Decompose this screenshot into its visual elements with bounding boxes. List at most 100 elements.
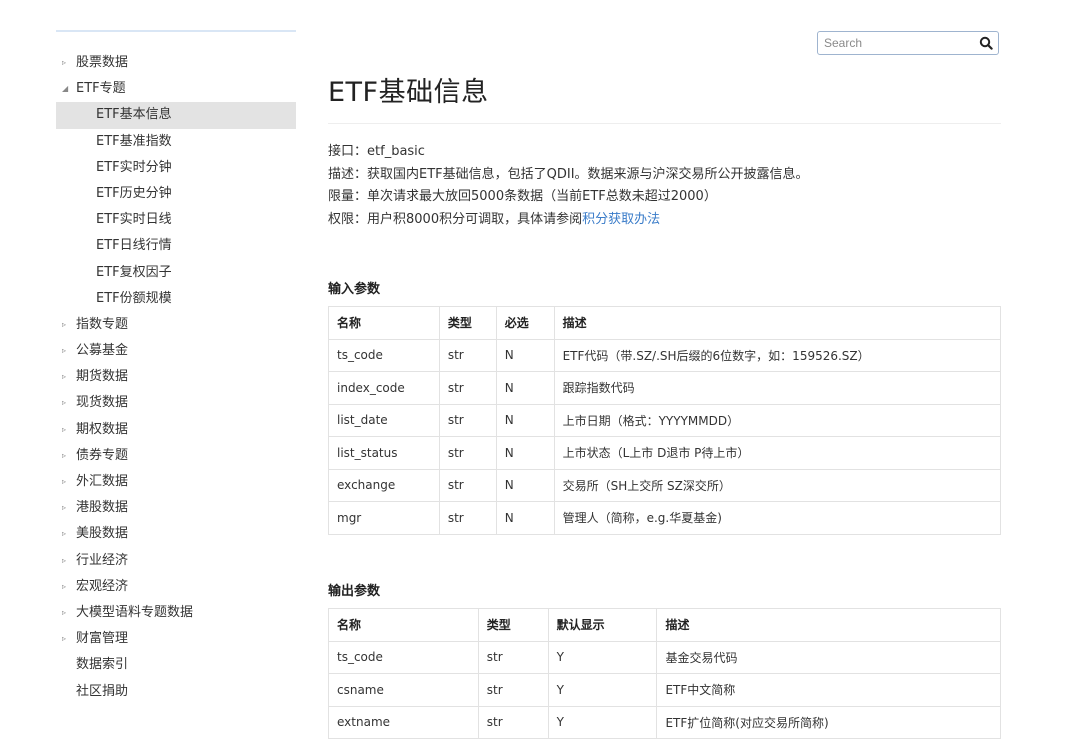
sidebar-item[interactable]: ▹ 期权数据 [56,417,296,443]
column-header: 默认显示 [547,608,658,642]
search-input[interactable] [824,34,974,52]
column-header: 类型 [477,608,549,642]
collapsed-arrow-icon[interactable]: ▹ [62,469,72,495]
sidebar-item-label: ETF基准指数 [96,133,172,149]
limit-value: 单次请求最大放回5000条数据（当前ETF总数未超过2000） [367,189,717,204]
sidebar-item[interactable]: ▹ 港股数据 [56,495,296,521]
sidebar-item[interactable]: ETF份额规模 [56,286,296,312]
sidebar-item[interactable]: ETF基准指数 [56,129,296,155]
collapsed-arrow-icon[interactable]: ▹ [62,626,72,652]
sidebar-item-label: 行业经济 [76,552,129,568]
sidebar-item-label: ETF复权因子 [96,264,172,280]
sidebar-item[interactable]: ◢ ETF专题 [56,76,296,102]
table-cell: str [438,468,497,502]
table-cell: ts_code [328,338,440,372]
table-cell: ETF代码（带.SZ/.SH后缀的6位数字，如：159526.SZ） [553,338,1002,372]
collapsed-arrow-icon[interactable]: ▹ [62,50,72,76]
title-divider [328,123,1001,124]
sidebar-item[interactable]: ▹ 行业经济 [56,548,296,574]
sidebar: ▹ 股票数据 ◢ ETF专题 ETF基本信息 ETF基准指数 ETF实时分钟 ETF历史分钟 E… [56,30,296,705]
sidebar-item[interactable]: ETF基本信息 [56,102,296,129]
description-line: 描述：获取国内ETF基础信息，包括了QDII。数据来源与沪深交易所公开披露信息。 [328,164,809,187]
table-cell: 管理人（简称，e.g.华夏基金) [553,501,1002,535]
table-cell: 上市日期（格式：YYYYMMDD） [553,403,1002,437]
collapsed-arrow-icon[interactable]: ▹ [62,495,72,521]
table-row: index_code str N 跟踪指数代码 [328,371,1002,405]
table-cell: ETF扩位简称(对应交易所简称) [656,705,1001,739]
collapsed-arrow-icon[interactable]: ▹ [62,548,72,574]
column-header: 类型 [438,306,497,340]
sidebar-item[interactable]: ▹ 债券专题 [56,443,296,469]
table-cell: 基金交易代码 [656,640,1001,674]
sidebar-item[interactable]: 社区捐助 [56,679,296,705]
table-cell: N [495,403,555,437]
sidebar-item-label: 港股数据 [76,500,129,516]
collapsed-arrow-icon[interactable]: ▹ [62,600,72,626]
page-title: ETF基础信息 [328,77,489,108]
table-cell: csname [328,673,479,707]
collapsed-arrow-icon[interactable]: ▹ [62,338,72,364]
sidebar-item[interactable]: ▹ 现货数据 [56,390,296,416]
collapsed-arrow-icon[interactable]: ▹ [62,364,72,390]
table-cell: N [495,436,555,470]
collapsed-arrow-icon[interactable]: ▹ [62,574,72,600]
sidebar-item-label: ETF实时日线 [96,212,172,228]
sidebar-item[interactable]: ▹ 大模型语料专题数据 [56,600,296,626]
sidebar-item[interactable]: ▹ 财富管理 [56,626,296,652]
table-cell: str [477,705,549,739]
table-row: list_status str N 上市状态（L上市 D退市 P待上市） [328,436,1002,470]
table-cell: str [438,501,497,535]
output-params-title: 输出参数 [328,584,381,599]
sidebar-item[interactable]: ▹ 期货数据 [56,364,296,390]
sidebar-divider [56,30,296,32]
collapsed-arrow-icon[interactable]: ▹ [62,390,72,416]
sidebar-item[interactable]: ETF实时分钟 [56,155,296,181]
table-cell: Y [547,673,658,707]
sidebar-item[interactable]: ▹ 外汇数据 [56,469,296,495]
points-guide-link[interactable]: 积分获取办法 [582,212,660,227]
collapsed-arrow-icon[interactable]: ▹ [62,443,72,469]
table-cell: N [495,338,555,372]
table-cell: N [495,371,555,405]
sidebar-item[interactable]: 数据索引 [56,652,296,678]
search-icon[interactable] [979,36,993,50]
sidebar-item-label: 期权数据 [76,421,129,437]
table-cell: str [438,371,497,405]
table-cell: str [477,640,549,674]
collapsed-arrow-icon[interactable]: ▹ [62,312,72,338]
sidebar-item[interactable]: ETF实时日线 [56,207,296,233]
sidebar-item-label: 公募基金 [76,343,129,359]
table-cell: str [438,436,497,470]
sidebar-item-label: ETF专题 [76,81,126,97]
sidebar-item[interactable]: ETF日线行情 [56,233,296,259]
table-row: mgr str N 管理人（简称，e.g.华夏基金) [328,501,1002,535]
sidebar-item[interactable]: ETF历史分钟 [56,181,296,207]
search-box[interactable] [817,31,999,55]
column-header: 描述 [656,608,1001,642]
table-cell: 上市状态（L上市 D退市 P待上市） [553,436,1002,470]
collapsed-arrow-icon[interactable]: ▹ [62,521,72,547]
column-header: 名称 [328,608,479,642]
sidebar-item-label: 指数专题 [76,316,129,332]
table-cell: str [438,403,497,437]
sidebar-item[interactable]: ▹ 公募基金 [56,338,296,364]
sidebar-item-label: 数据索引 [76,657,129,673]
sidebar-item-label: 社区捐助 [76,683,129,699]
interface-line: 接口：etf_basic [328,141,809,164]
sidebar-item[interactable]: ETF复权因子 [56,260,296,286]
sidebar-item-label: ETF历史分钟 [96,185,172,201]
sidebar-item[interactable]: ▹ 指数专题 [56,312,296,338]
sidebar-item[interactable]: ▹ 宏观经济 [56,574,296,600]
input-params-table: 名称 类型 必选 描述 ts_code str N ETF代码（带.SZ/.SH后缀的6位数… [328,306,1002,535]
table-cell: N [495,468,555,502]
collapsed-arrow-icon[interactable]: ▹ [62,417,72,443]
expanded-arrow-icon[interactable]: ◢ [62,76,72,102]
description-value: 获取国内ETF基础信息，包括了QDII。数据来源与沪深交易所公开披露信息。 [367,166,809,182]
sidebar-item-label: ETF日线行情 [96,238,172,254]
sidebar-item-label: 股票数据 [76,55,129,70]
sidebar-item-label: 大模型语料专题数据 [76,604,194,620]
sidebar-item[interactable]: ▹ 美股数据 [56,521,296,547]
table-cell: str [477,673,549,707]
sidebar-item[interactable]: ▹ 股票数据 [56,50,296,76]
table-cell: list_status [328,436,440,470]
